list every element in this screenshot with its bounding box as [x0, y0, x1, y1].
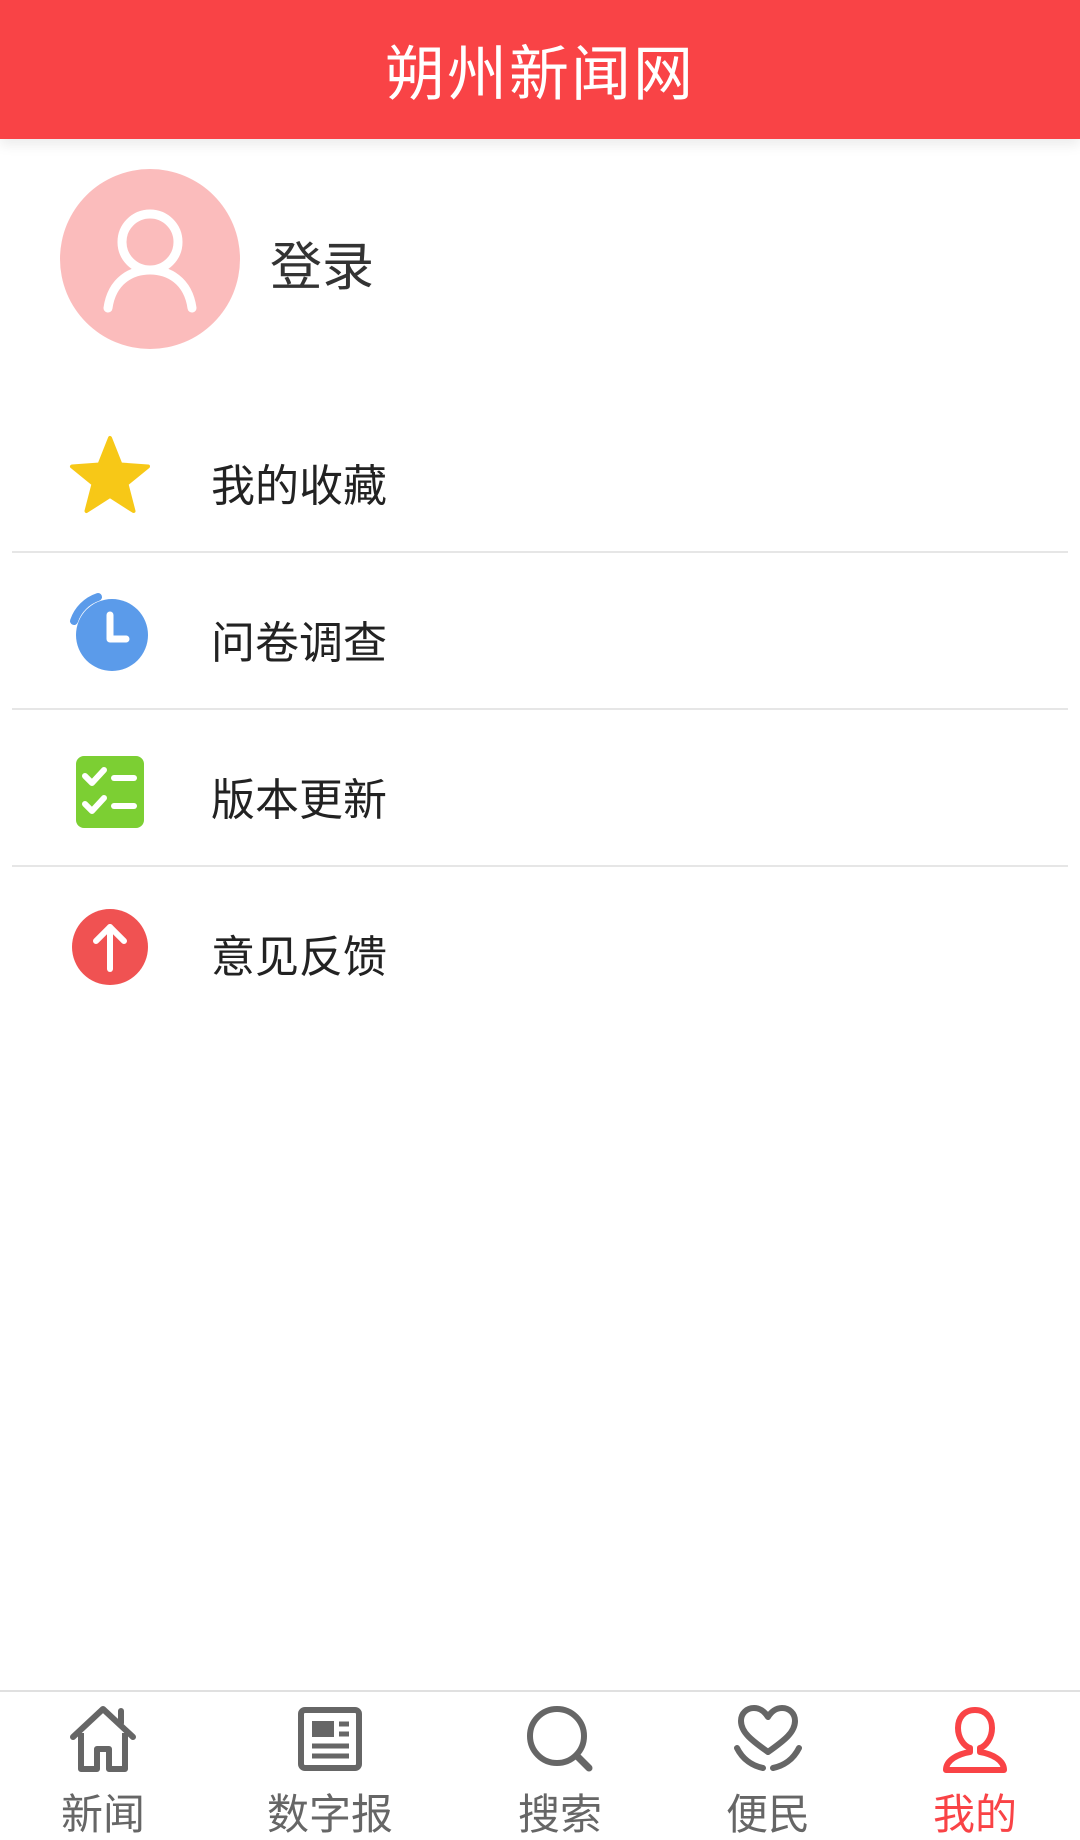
upload-arrow-icon: [68, 905, 152, 989]
app-header: 朔州新闻网: [0, 0, 1080, 139]
tab-mine[interactable]: 我的: [875, 1692, 1075, 1840]
menu-label-feedback: 意见反馈: [211, 932, 387, 983]
heart-hands-icon: [728, 1700, 808, 1777]
tab-label-mine: 我的: [932, 1790, 1017, 1839]
tab-label-search: 搜索: [517, 1790, 602, 1839]
menu-item-feedback[interactable]: 意见反馈: [0, 867, 1080, 1024]
avatar[interactable]: [60, 169, 240, 349]
profile-section[interactable]: 登录: [0, 139, 1080, 387]
tab-label-services: 便民: [725, 1790, 810, 1839]
menu-label-favorites: 我的收藏: [211, 461, 387, 512]
profile-menu: 我的收藏 问卷调查 版本更新 意见反馈: [0, 396, 1080, 1024]
menu-item-survey[interactable]: 问卷调查: [0, 553, 1080, 710]
menu-item-favorites[interactable]: 我的收藏: [0, 396, 1080, 553]
bottom-tab-bar: 新闻 数字报 搜索 便民 我的: [0, 1690, 1080, 1840]
tab-services[interactable]: 便民: [668, 1692, 868, 1840]
tab-news[interactable]: 新闻: [3, 1692, 203, 1840]
tab-search[interactable]: 搜索: [460, 1692, 660, 1840]
search-icon: [520, 1700, 600, 1777]
newspaper-icon: [290, 1700, 370, 1777]
app-screen: 朔州新闻网 登录 我的收藏 问卷调查 版本更新 意见反馈 新闻 数字报 搜索 便…: [0, 0, 1080, 1840]
menu-label-version-update: 版本更新: [211, 775, 387, 826]
login-link[interactable]: 登录: [270, 225, 374, 300]
menu-label-survey: 问卷调查: [211, 618, 387, 669]
app-title: 朔州新闻网: [385, 40, 695, 110]
tab-label-digital-paper: 数字报: [266, 1790, 393, 1839]
star-icon: [68, 434, 152, 518]
user-icon: [935, 1700, 1015, 1777]
user-avatar-icon: [103, 209, 197, 313]
menu-item-version-update[interactable]: 版本更新: [0, 710, 1080, 867]
clock-icon: [68, 591, 152, 675]
checklist-icon: [68, 748, 152, 832]
home-icon: [63, 1700, 143, 1777]
tab-digital-paper[interactable]: 数字报: [230, 1692, 430, 1840]
tab-label-news: 新闻: [60, 1790, 145, 1839]
